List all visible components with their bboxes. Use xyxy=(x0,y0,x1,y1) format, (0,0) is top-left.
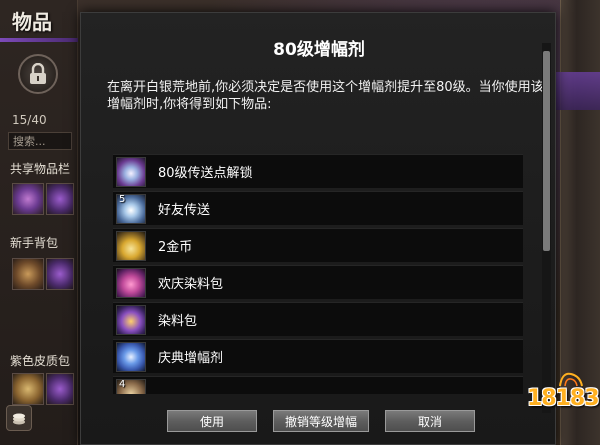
waypoint-crystal-icon xyxy=(116,156,146,187)
inventory-slot[interactable] xyxy=(12,183,44,215)
item-label: 庆典增幅剂 xyxy=(158,351,224,366)
cancel-upgrade-button[interactable]: 撤销等级增幅 xyxy=(273,410,369,432)
item-label: 2金币 xyxy=(158,240,193,255)
site-watermark: 18183 xyxy=(527,386,600,411)
dialog-description: 在离开白银荒地前,你必须决定是否使用这个增幅剂提升至80级。当你使用该增幅剂时,… xyxy=(107,80,544,112)
item-label: 好友传送 xyxy=(158,203,211,218)
use-button[interactable]: 使用 xyxy=(167,410,257,432)
category-shared-inventory[interactable]: 共享物品栏 xyxy=(10,160,70,177)
reward-item-list: 80级传送点解锁 5 好友传送 2金币 欢庆染料包 染料包 庆典增幅剂 4 xyxy=(113,154,523,394)
list-item: 80级传送点解锁 xyxy=(113,154,523,188)
dialog-title: 80级增幅剂 xyxy=(273,40,365,60)
lock-button[interactable] xyxy=(18,54,58,94)
item-label: 80级传送点解锁 xyxy=(158,166,253,181)
currency-button[interactable] xyxy=(6,405,32,431)
item-badge: 5 xyxy=(119,193,126,205)
inventory-slot[interactable] xyxy=(46,183,74,215)
celebration-dye-pack-icon xyxy=(116,267,146,298)
list-item: 欢庆染料包 xyxy=(113,265,523,299)
inventory-search-input[interactable] xyxy=(8,132,72,150)
item-label: 欢庆染料包 xyxy=(158,277,224,292)
scene-purple-band xyxy=(555,72,600,110)
dye-pack-icon xyxy=(116,304,146,335)
dialog-scrollbar[interactable] xyxy=(542,43,551,413)
inventory-divider xyxy=(0,38,78,42)
list-item: 2金币 xyxy=(113,228,523,262)
inventory-slot[interactable] xyxy=(46,373,74,405)
list-item: 5 好友传送 xyxy=(113,191,523,225)
inventory-slot[interactable] xyxy=(12,373,44,405)
level-booster-dialog: 80级增幅剂 在离开白银荒地前,你必须决定是否使用这个增幅剂提升至80级。当你使… xyxy=(80,12,556,445)
item-label: 染料包 xyxy=(158,314,198,329)
category-purple-leather-bag[interactable]: 紫色皮质包 xyxy=(10,352,70,369)
lock-icon xyxy=(30,63,46,84)
inventory-title: 物品 xyxy=(12,10,52,34)
inventory-slot-count: 15/40 xyxy=(12,113,47,127)
inventory-slot[interactable] xyxy=(12,258,44,290)
inventory-panel: 物品 15/40 共享物品栏 新手背包 紫色皮质包 xyxy=(0,0,78,445)
coins-icon xyxy=(13,413,25,425)
watermark-swirl-icon xyxy=(559,372,583,387)
gold-coins-icon xyxy=(116,230,146,261)
list-item: 庆典增幅剂 xyxy=(113,339,523,373)
scrollbar-thumb[interactable] xyxy=(543,51,550,251)
friend-teleport-icon: 5 xyxy=(116,193,146,224)
celebration-booster-icon xyxy=(116,341,146,372)
item-badge: 4 xyxy=(119,378,126,390)
category-starter-backpack[interactable]: 新手背包 xyxy=(10,234,58,251)
cancel-button[interactable]: 取消 xyxy=(385,410,475,432)
list-item: 4 xyxy=(113,376,523,394)
next-item-icon: 4 xyxy=(116,378,146,394)
inventory-slot[interactable] xyxy=(46,258,74,290)
list-item: 染料包 xyxy=(113,302,523,336)
